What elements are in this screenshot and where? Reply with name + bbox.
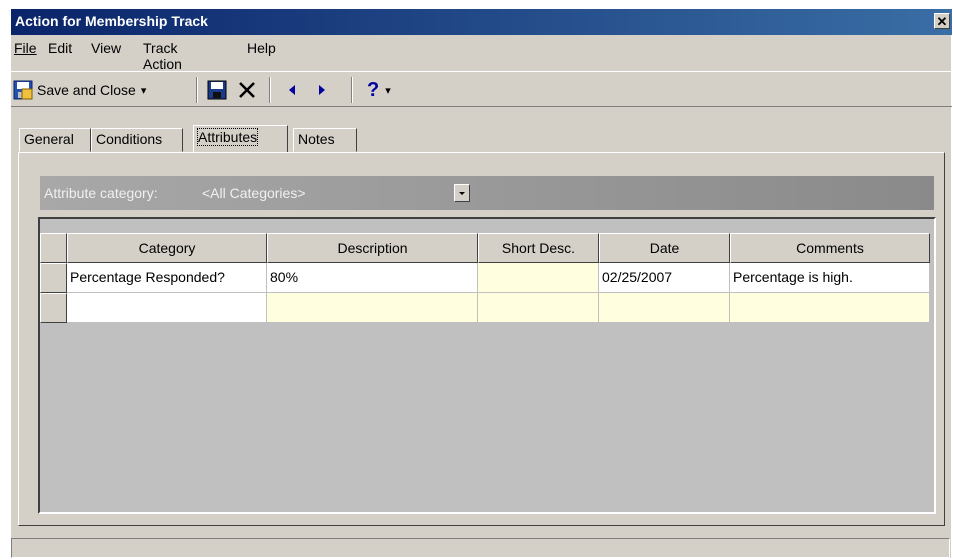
title-bar[interactable]: Action for Membership Track ✕	[11, 9, 952, 35]
chevron-down-icon	[459, 192, 465, 195]
next-record-button[interactable]	[311, 78, 333, 102]
cell-category[interactable]: Percentage Responded?	[67, 263, 267, 293]
menu-track-action[interactable]: Track Action	[143, 40, 182, 72]
cell-short-desc[interactable]	[478, 263, 599, 293]
toolbar: Save and Close ▾ ? ▾	[11, 71, 952, 107]
toolbar-separator	[196, 77, 198, 103]
toolbar-separator	[351, 77, 353, 103]
column-header-category[interactable]: Category	[67, 233, 267, 263]
row-selector[interactable]	[40, 263, 67, 293]
menu-help[interactable]: Help	[247, 40, 276, 56]
column-header-date[interactable]: Date	[599, 233, 730, 263]
cell-short-desc[interactable]	[478, 293, 599, 323]
floppy-disk-icon	[207, 80, 227, 100]
attribute-category-dropdown[interactable]	[454, 184, 470, 202]
toolbar-separator	[269, 77, 271, 103]
column-header-short-desc[interactable]: Short Desc.	[478, 233, 599, 263]
attribute-category-label: Attribute category:	[44, 185, 158, 201]
previous-record-button[interactable]	[281, 78, 303, 102]
tab-general[interactable]: General	[19, 128, 91, 152]
dialog-window: Action for Membership Track ✕ File Edit …	[10, 8, 952, 558]
tab-attributes[interactable]: Attributes	[193, 125, 288, 153]
delete-button[interactable]	[235, 78, 259, 102]
help-icon: ?	[367, 78, 380, 101]
triangle-left-icon	[289, 85, 295, 95]
menu-file[interactable]: File	[14, 40, 37, 56]
status-bar	[11, 538, 950, 558]
tab-conditions[interactable]: Conditions	[91, 128, 183, 152]
menu-edit[interactable]: Edit	[48, 40, 72, 56]
cell-comments[interactable]: Percentage is high.	[730, 263, 930, 293]
chevron-down-icon[interactable]: ▾	[141, 84, 147, 97]
save-and-close-label: Save and Close	[37, 82, 136, 98]
menu-view[interactable]: View	[91, 40, 121, 56]
cell-comments[interactable]	[730, 293, 930, 323]
attributes-grid: Category Description Short Desc. Date Co…	[38, 217, 936, 514]
tab-notes[interactable]: Notes	[293, 128, 357, 152]
grid-corner	[40, 233, 67, 263]
row-selector[interactable]	[40, 293, 67, 323]
attribute-category-value[interactable]: <All Categories>	[202, 185, 306, 201]
cell-date[interactable]	[599, 293, 730, 323]
close-icon: ✕	[936, 14, 948, 29]
save-and-close-button[interactable]: Save and Close ▾	[13, 78, 189, 102]
column-header-comments[interactable]: Comments	[730, 233, 930, 263]
close-button[interactable]: ✕	[934, 13, 950, 29]
save-close-icon	[13, 80, 33, 100]
cell-description[interactable]: 80%	[267, 263, 478, 293]
chevron-down-icon[interactable]: ▾	[385, 84, 391, 97]
help-button[interactable]: ? ▾	[367, 78, 417, 102]
attribute-category-bar: Attribute category: <All Categories>	[40, 176, 934, 210]
cell-date[interactable]: 02/25/2007	[599, 263, 730, 293]
triangle-right-icon	[319, 85, 325, 95]
cell-category[interactable]	[67, 293, 267, 323]
save-button[interactable]	[205, 78, 229, 102]
column-header-description[interactable]: Description	[267, 233, 478, 263]
cell-description[interactable]	[267, 293, 478, 323]
window-title: Action for Membership Track	[15, 13, 208, 29]
x-delete-icon	[239, 82, 255, 98]
